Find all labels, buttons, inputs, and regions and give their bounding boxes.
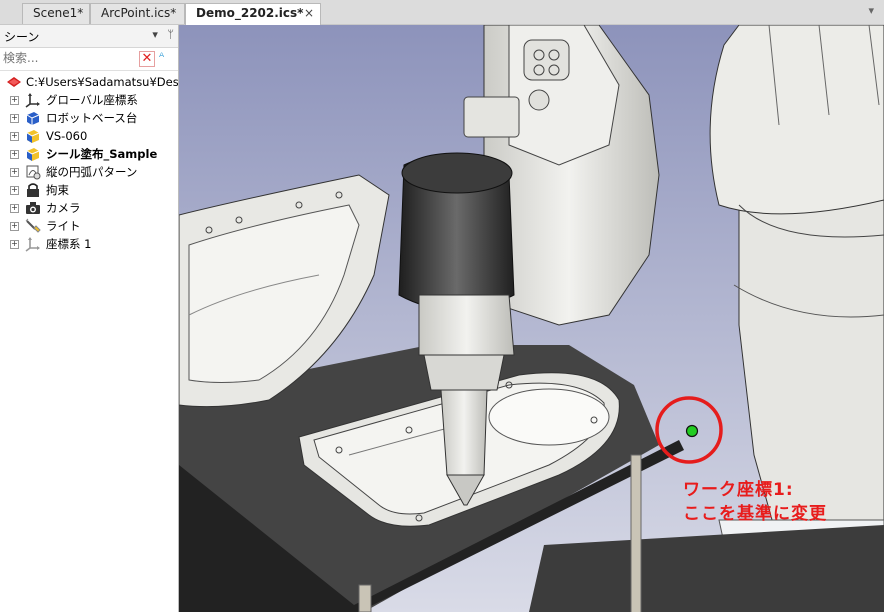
expand-icon[interactable]: + [10, 114, 19, 123]
close-icon[interactable]: × [304, 4, 314, 23]
tree-label: ロボットベース台 [46, 111, 138, 125]
arc-pattern-icon [26, 165, 41, 180]
expand-icon[interactable]: + [10, 222, 19, 231]
pin-icon[interactable]: ᛘ [167, 28, 174, 41]
panel-title: シーン [4, 30, 40, 44]
tab-arcpoint[interactable]: ArcPoint.ics* [90, 3, 185, 24]
expand-icon[interactable]: + [10, 240, 19, 249]
document-tab-bar: Scene1* ArcPoint.ics* Demo_2202.ics* × ▾ [0, 0, 884, 25]
tab-label: Demo_2202.ics* [196, 6, 304, 20]
tree-label: 縦の円弧パターン [46, 165, 138, 179]
tree-node-seal-sample[interactable]: + シール塗布_Sample [0, 145, 178, 163]
tree-label: C:¥Users¥Sadamatsu¥Desktop [26, 75, 178, 89]
tab-label: ArcPoint.ics* [101, 6, 177, 20]
expand-icon[interactable]: + [10, 150, 19, 159]
annotation-line-2: ここを基準に変更 [683, 504, 827, 524]
tree-label: 座標系 1 [46, 237, 92, 251]
tab-scene1[interactable]: Scene1* [22, 3, 90, 24]
tree-label: 拘束 [46, 183, 69, 197]
cube-blue-icon [26, 112, 40, 125]
expand-icon[interactable]: + [10, 132, 19, 141]
tab-list-dropdown-icon[interactable]: ▾ [868, 4, 874, 17]
annotation-line-1: ワーク座標1: [683, 480, 794, 500]
tree-label: ライト [46, 219, 81, 233]
expand-icon[interactable]: + [10, 186, 19, 195]
cube-blue-yellow-icon [26, 148, 40, 161]
tree-node-arc-pattern[interactable]: + 縦の円弧パターン [0, 163, 178, 181]
search-bar: ✕ ᴬ [0, 48, 178, 71]
annotation-label: ワーク座標1: ここを基準に変更 [683, 478, 827, 526]
light-icon [25, 218, 41, 233]
scene-panel: シーン ▾ ᛘ ✕ ᴬ C:¥Users¥Sadamatsu¥Desktop +… [0, 25, 179, 612]
tree-node-coord-system-1[interactable]: + 座標系 1 [0, 235, 178, 253]
expand-icon[interactable]: + [10, 96, 19, 105]
expand-icon[interactable]: + [10, 204, 19, 213]
tree-label: VS-060 [46, 129, 88, 143]
axis-icon [25, 93, 40, 108]
tree-label: カメラ [46, 201, 81, 215]
filter-icon[interactable]: ᴬ [159, 50, 164, 64]
tree-node-camera[interactable]: + カメラ [0, 199, 178, 217]
cube-blue-yellow-icon [26, 130, 40, 143]
tab-label: Scene1* [33, 6, 84, 20]
tree-node-constraint[interactable]: + 拘束 [0, 181, 178, 199]
tab-demo-2202[interactable]: Demo_2202.ics* × [185, 3, 321, 25]
clear-search-icon[interactable]: ✕ [139, 51, 155, 67]
teach-buttons-panel [523, 39, 570, 81]
tree-node-light[interactable]: + ライト [0, 217, 178, 235]
scene-panel-header: シーン ▾ ᛘ [0, 25, 178, 48]
tree-node-robot-base[interactable]: + ロボットベース台 [0, 109, 178, 127]
axis-gray-icon [25, 237, 40, 252]
tree-label: シール塗布_Sample [46, 147, 158, 161]
search-input[interactable] [3, 50, 131, 66]
expand-icon[interactable]: + [10, 168, 19, 177]
tree-node-vs060[interactable]: + VS-060 [0, 127, 178, 145]
tree-node-root[interactable]: C:¥Users¥Sadamatsu¥Desktop [0, 73, 178, 91]
scene-root-icon [7, 77, 21, 87]
panel-menu-icon[interactable]: ▾ [152, 28, 158, 41]
scene-tree: C:¥Users¥Sadamatsu¥Desktop + グローバル座標系 + … [0, 73, 178, 253]
lock-icon [27, 183, 39, 197]
camera-icon [26, 202, 40, 214]
tree-node-global-coords[interactable]: + グローバル座標系 [0, 91, 178, 109]
tree-label: グローバル座標系 [46, 93, 138, 107]
